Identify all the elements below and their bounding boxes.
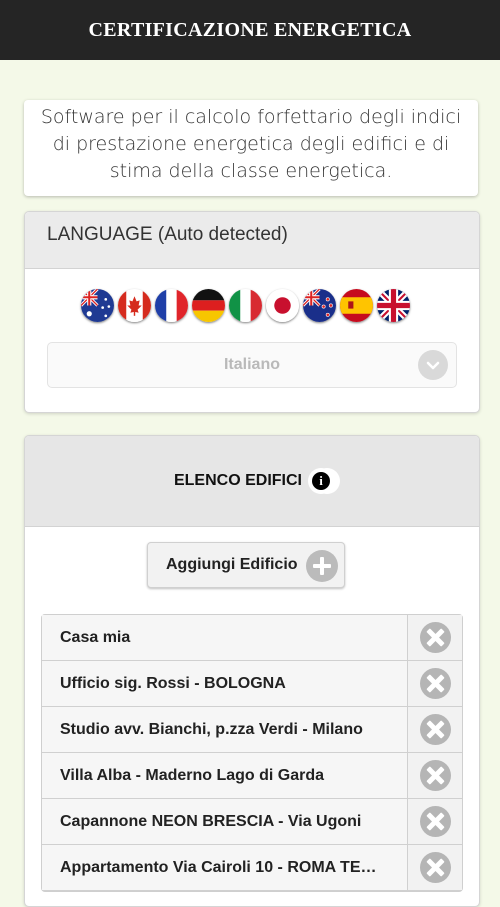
delete-button[interactable]	[407, 615, 462, 660]
language-heading: LANGUAGE (Auto detected)	[25, 212, 479, 269]
delete-button[interactable]	[407, 707, 462, 752]
close-icon	[420, 714, 451, 745]
plus-icon	[306, 550, 338, 582]
building-name[interactable]: Capannone NEON BRESCIA - Via Ugoni	[60, 799, 380, 844]
uk-flag-icon[interactable]	[377, 289, 410, 322]
buildings-heading: ELENCO EDIFICI i	[25, 436, 479, 527]
japan-flag-icon[interactable]	[266, 289, 299, 322]
add-building-label: Aggiungi Edificio	[166, 556, 298, 573]
language-select[interactable]: Italiano	[47, 342, 457, 388]
list-item: Ufficio sig. Rossi - BOLOGNA	[42, 661, 462, 707]
building-name[interactable]: Villa Alba - Maderno Lago di Garda	[60, 753, 380, 798]
intro-line-1: Software per il calcolo forfettario degl…	[40, 106, 462, 128]
building-name[interactable]: Studio avv. Bianchi, p.zza Verdi - Milan…	[60, 707, 380, 752]
delete-button[interactable]	[407, 799, 462, 844]
close-icon	[420, 668, 451, 699]
italy-flag-icon[interactable]	[229, 289, 262, 322]
france-flag-icon[interactable]	[155, 289, 188, 322]
list-item: Appartamento Via Cairoli 10 - ROMA TERMI…	[42, 845, 462, 891]
language-card: LANGUAGE (Auto detected) Italiano	[24, 211, 480, 413]
add-building-button[interactable]: Aggiungi Edificio	[147, 542, 345, 588]
language-flags	[81, 289, 410, 322]
list-item: Casa mia	[42, 615, 462, 661]
delete-button[interactable]	[407, 845, 462, 890]
buildings-list: Casa mia Ufficio sig. Rossi - BOLOGNA St…	[41, 614, 463, 892]
close-icon	[420, 806, 451, 837]
app-title: CERTIFICAZIONE ENERGETICA	[88, 18, 412, 41]
australia-flag-icon[interactable]	[81, 289, 114, 322]
spain-flag-icon[interactable]	[340, 289, 373, 322]
canada-flag-icon[interactable]	[118, 289, 151, 322]
chevron-down-icon	[418, 350, 448, 380]
list-item: Villa Alba - Maderno Lago di Garda	[42, 753, 462, 799]
close-icon	[420, 622, 451, 653]
new-zealand-flag-icon[interactable]	[303, 289, 336, 322]
close-icon	[420, 852, 451, 883]
intro-line-2: di prestazione energetica degli edifici …	[52, 133, 450, 155]
app-header: CERTIFICAZIONE ENERGETICA	[0, 0, 500, 60]
list-item: Capannone NEON BRESCIA - Via Ugoni	[42, 799, 462, 845]
intro-text: Software per il calcolo forfettario degl…	[24, 104, 478, 185]
building-name[interactable]: Appartamento Via Cairoli 10 - ROMA TERMI…	[60, 845, 380, 890]
germany-flag-icon[interactable]	[192, 289, 225, 322]
building-name[interactable]: Ufficio sig. Rossi - BOLOGNA	[60, 661, 380, 706]
delete-button[interactable]	[407, 661, 462, 706]
delete-button[interactable]	[407, 753, 462, 798]
intro-line-3: stima della classe energetica.	[109, 160, 393, 182]
info-icon[interactable]: i	[312, 472, 330, 490]
list-item: Studio avv. Bianchi, p.zza Verdi - Milan…	[42, 707, 462, 753]
building-name[interactable]: Casa mia	[60, 615, 380, 660]
language-selected-value: Italiano	[223, 356, 280, 373]
buildings-heading-label: ELENCO EDIFICI	[173, 472, 302, 489]
buildings-card: ELENCO EDIFICI i Aggiungi Edificio Casa …	[24, 435, 480, 907]
intro-card: Software per il calcolo forfettario degl…	[24, 100, 478, 196]
close-icon	[420, 760, 451, 791]
